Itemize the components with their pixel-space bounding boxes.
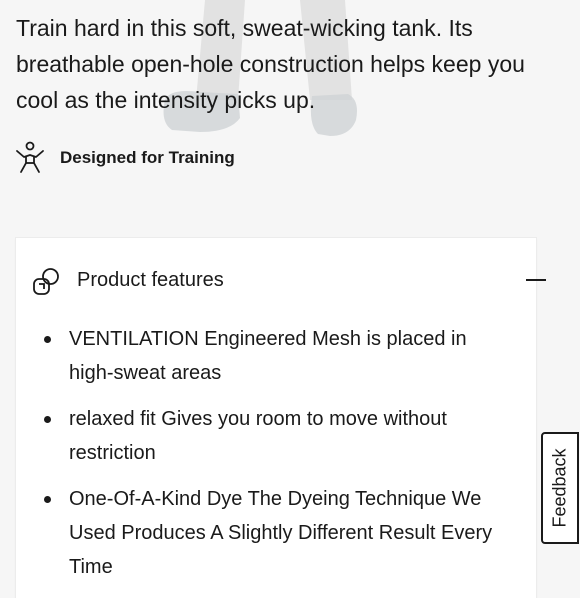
bullet-icon xyxy=(44,336,51,343)
collapse-button[interactable] xyxy=(524,266,552,294)
feedback-label: Feedback xyxy=(549,448,570,528)
bullet-icon xyxy=(44,416,51,423)
feature-text: relaxed fit Gives you room to move witho… xyxy=(69,408,447,464)
features-icon xyxy=(33,268,59,295)
list-item: VENTILATION Engineered Mesh is placed in… xyxy=(16,322,509,390)
list-item: relaxed fit Gives you room to move witho… xyxy=(16,402,509,470)
person-training-icon xyxy=(16,141,44,173)
feature-list: VENTILATION Engineered Mesh is placed in… xyxy=(16,322,516,596)
feature-text: VENTILATION Engineered Mesh is placed in… xyxy=(69,328,467,384)
minus-icon xyxy=(526,279,546,281)
feedback-tab[interactable]: Feedback xyxy=(541,432,579,544)
list-item: One-Of-A-Kind Dye The Dyeing Technique W… xyxy=(16,482,509,584)
feature-text: One-Of-A-Kind Dye The Dyeing Technique W… xyxy=(69,488,493,578)
bullet-icon xyxy=(44,496,51,503)
product-features-header[interactable]: Product features xyxy=(16,238,546,326)
product-features-panel: Product features VENTILATION Engineered … xyxy=(16,238,546,598)
designed-for-badge: Designed for Training xyxy=(14,140,235,176)
designed-for-label: Designed for Training xyxy=(60,148,235,167)
product-features-title: Product features xyxy=(77,269,224,291)
product-description: Train hard in this soft, sweat-wicking t… xyxy=(16,15,525,113)
